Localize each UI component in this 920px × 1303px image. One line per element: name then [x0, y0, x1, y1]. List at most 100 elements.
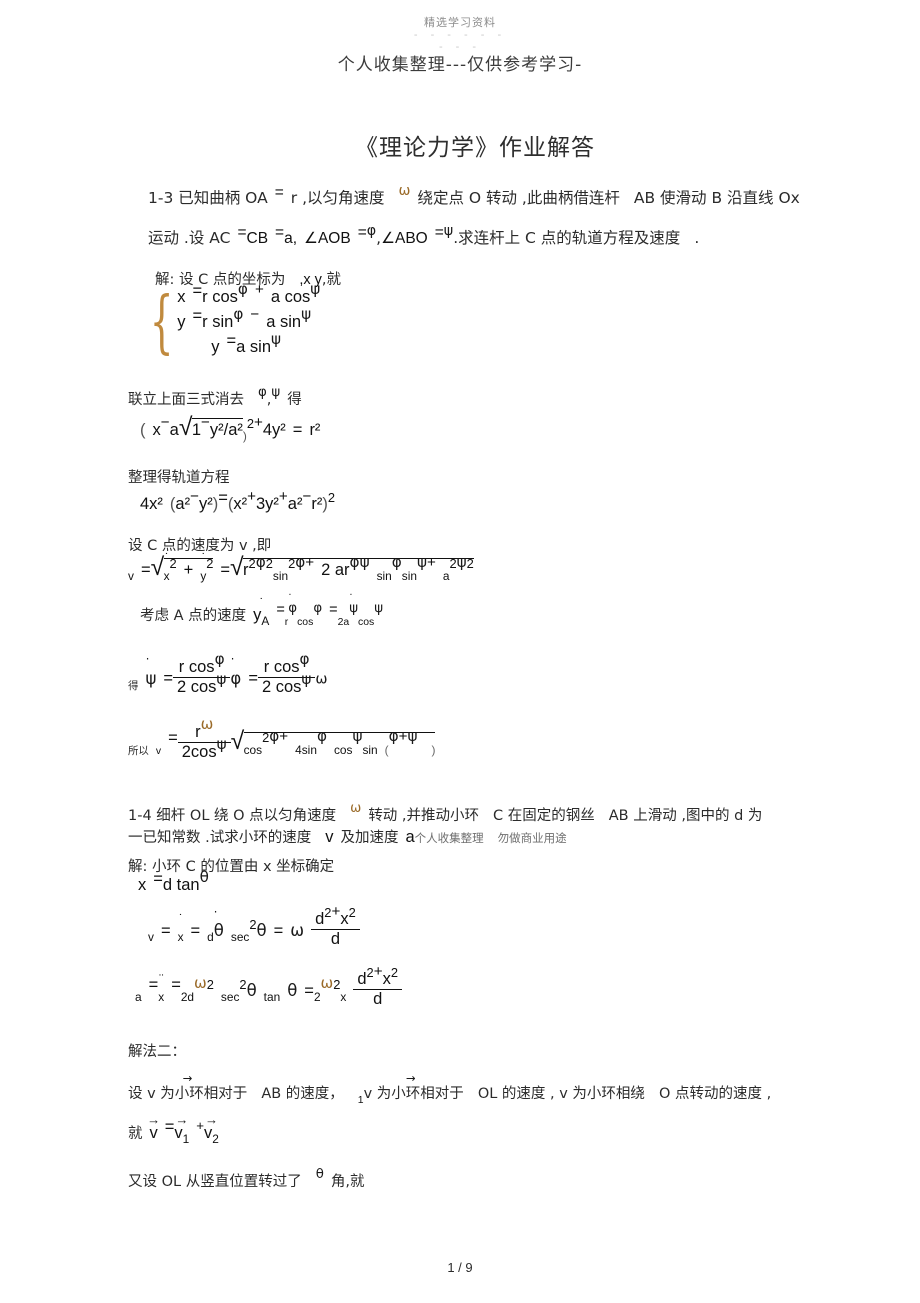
v-vector: → 设 v 为小环相对于 — [128, 1071, 248, 1103]
cos-1: cos — [243, 742, 263, 757]
exponent-2: 2 — [327, 490, 335, 505]
equals-sign-3: = — [304, 981, 314, 1000]
var-y: y — [200, 569, 207, 583]
exponent-2: 2 — [248, 556, 256, 571]
radical-body: 1−y²/a² — [191, 414, 243, 440]
psi-dot: ̇ψ — [145, 669, 156, 688]
equals-sign-1: = — [160, 921, 171, 940]
vector-arrow-tick: → — [147, 1112, 161, 1128]
var-d: d — [357, 970, 367, 988]
psi-symbol-2: ψ — [374, 601, 384, 616]
term-rsin: r sin — [202, 313, 234, 331]
minus-sign: − — [250, 306, 260, 323]
fraction-d2-plus-x2-over-d-2: d2+x2 d — [353, 963, 402, 1009]
vector-arrow-tick: → — [204, 1112, 219, 1128]
alt-line1-a: 设 v 为小环相对于 — [128, 1086, 248, 1102]
equals-sign: = — [164, 1118, 175, 1136]
de-label: 得 — [287, 392, 302, 408]
page-footer: 1 / 9 — [447, 1260, 473, 1275]
var-v: v — [155, 745, 162, 757]
term-4sin: 4sin — [295, 742, 317, 757]
exponent-2a: 2 — [169, 556, 177, 571]
angle-aob: ∠AOB — [304, 230, 351, 247]
equals-sign-2: = — [237, 224, 247, 241]
subscript-1: 1 — [182, 1132, 190, 1146]
phi-symbol: φ — [233, 305, 244, 323]
exponent-phi: 2 — [265, 556, 273, 571]
radical-2-body: r2φ2sin2φ+ 2 arφψsinφsinψ+a2ψ2 — [243, 553, 474, 583]
problem-13-line1-c: 绕定点 O 转动 ,此曲柄借连杆 — [417, 189, 620, 207]
exponent-2b: 2 — [206, 556, 214, 571]
plus-sign: + — [373, 963, 383, 980]
var-a: a — [405, 828, 415, 846]
problem-13-line-2: 运动 .设 AC =CB =a, ∠AOB =φ,∠ABO =ψ.求连杆上 C 点的轨道方… — [148, 223, 699, 248]
x-equation: x =d tanθ — [138, 868, 209, 895]
alt-line1-d: OL 的速度 , v 为小环相绕 — [477, 1086, 645, 1102]
theta-symbol: θ — [199, 868, 209, 886]
document-page: 精选学习资料 - - - - - - - - - 个人收集整理---仅供参考学习… — [0, 0, 920, 1303]
var-r: r — [243, 561, 249, 579]
problem-13-line1-d: AB 使滑动 B 沿直线 Ox — [633, 189, 800, 207]
radical: 1−y²/a² — [179, 414, 243, 440]
derive-psi-dot: 得̇ψ=r cosφ2 cosψ̇φ=r cosφ2 cosψω — [128, 650, 328, 699]
watermark-header: 精选学习资料 - - - - - - - - - — [0, 14, 920, 53]
omega-symbol-2: ω — [320, 973, 334, 992]
problem-14-number-text: 1-4 细杆 OL 绕 O 点以匀角速度 — [128, 808, 337, 824]
exponent-2b: 2 — [390, 965, 398, 980]
radical-1: ̇x2+̇y2 — [151, 556, 214, 583]
trajectory-equation-final: 4x² (a²−y²)=(x²+3y²+a²−r²)2 — [140, 488, 335, 514]
exponent-a2: 2 — [449, 556, 457, 571]
x-dot: ̇x — [177, 922, 184, 944]
num-1: 1 — [191, 421, 201, 439]
consider-a-velocity: 考虑 A 点的速度̇yA=ṙφcosφ=2ȧψcosψ — [140, 601, 384, 628]
equals-y: = — [192, 307, 203, 325]
minus-sign-2: − — [201, 414, 210, 431]
psi-symbol: ψ — [271, 385, 281, 400]
phi-symbol: φ — [255, 553, 266, 571]
equals-sign-1: = — [148, 975, 159, 994]
exponent-2: 2 — [206, 976, 214, 992]
sec-1: sec — [230, 929, 250, 944]
eliminate-label: 联立上面三式消去 — [128, 392, 244, 408]
term-asin: a sin — [266, 313, 302, 331]
psi-symbol-2: ψ — [301, 670, 312, 688]
solution-head-tail: ,就 — [321, 272, 342, 288]
theta-symbol-2: θ — [287, 980, 298, 1000]
omega-symbol: ω — [315, 671, 328, 688]
v1-vector: → 1v 为小环相对于 — [358, 1071, 464, 1106]
omega-symbol: ω — [350, 801, 362, 816]
psi-dot: ̇ψ — [349, 601, 358, 616]
term-dtan: d tan — [162, 876, 200, 894]
solution-label: 解: 设 C 点的坐标为 — [155, 272, 286, 288]
acceleration-equation-14: a=̈x=2dω2sec2θtanθ=2ω2xd2+x2d — [135, 963, 402, 1011]
plus-sign: + — [254, 414, 263, 431]
paren-open: ( — [384, 742, 389, 757]
exponent-2b: 2 — [348, 905, 356, 920]
phi-symbol: φ — [258, 385, 267, 400]
phi-symbol-3: φ — [349, 553, 360, 571]
sin-3: sin — [401, 569, 417, 583]
plus-sign-2: + — [278, 488, 288, 505]
var-v: v — [128, 569, 134, 583]
subscript-2: 2 — [212, 1132, 219, 1146]
sin-1: sin — [362, 742, 378, 757]
psi-symbol: ψ — [359, 553, 370, 571]
plus-sign-3: + — [426, 554, 436, 571]
problem-13-line1-b: r ,以匀角速度 — [290, 189, 385, 207]
var-r: r — [284, 617, 289, 628]
psi-symbol: ψ — [349, 601, 358, 616]
var-r: r — [195, 723, 201, 741]
var-v: v — [148, 929, 154, 944]
radical-2: r2φ2sin2φ+2 arφψsinφsinψ+a2ψ2 — [230, 553, 474, 583]
phi-symbol-2: φ — [313, 601, 323, 616]
sec-1: sec — [220, 989, 240, 1004]
psi-symbol: ψ — [301, 305, 312, 323]
paren-close: ) — [431, 742, 436, 757]
so-label: 所以 — [128, 744, 149, 757]
var-x: x — [138, 876, 147, 894]
var-x: x — [158, 989, 165, 1004]
exponent-2: 2 — [249, 916, 257, 932]
var-x: x — [177, 929, 184, 944]
paren-open: ( — [140, 421, 146, 439]
page-title: 《理论力学》作业解答 — [355, 135, 595, 161]
